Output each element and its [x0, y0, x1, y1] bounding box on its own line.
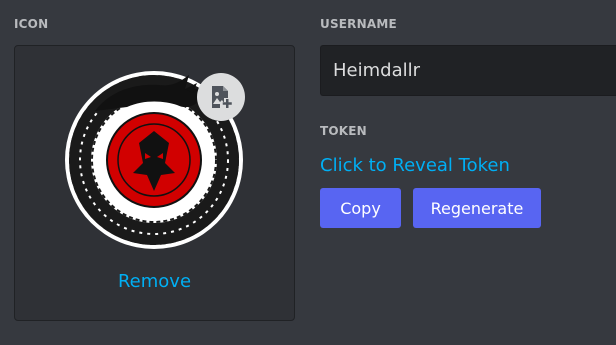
icon-box: Remove [14, 45, 295, 321]
icon-section-label: ICON [14, 17, 49, 31]
upload-image-button[interactable] [197, 73, 245, 121]
regenerate-token-button[interactable]: Regenerate [413, 188, 541, 228]
reveal-token-link[interactable]: Click to Reveal Token [320, 155, 510, 176]
add-image-icon [212, 86, 232, 108]
remove-icon-link[interactable]: Remove [15, 271, 294, 292]
bot-settings-panel: ICON Remove USERNAME Heimdallr TOKEN Cli… [0, 0, 616, 345]
copy-token-button[interactable]: Copy [320, 188, 401, 228]
username-input[interactable] [320, 45, 616, 96]
token-section-label: TOKEN [320, 124, 367, 138]
username-section-label: USERNAME [320, 17, 397, 31]
